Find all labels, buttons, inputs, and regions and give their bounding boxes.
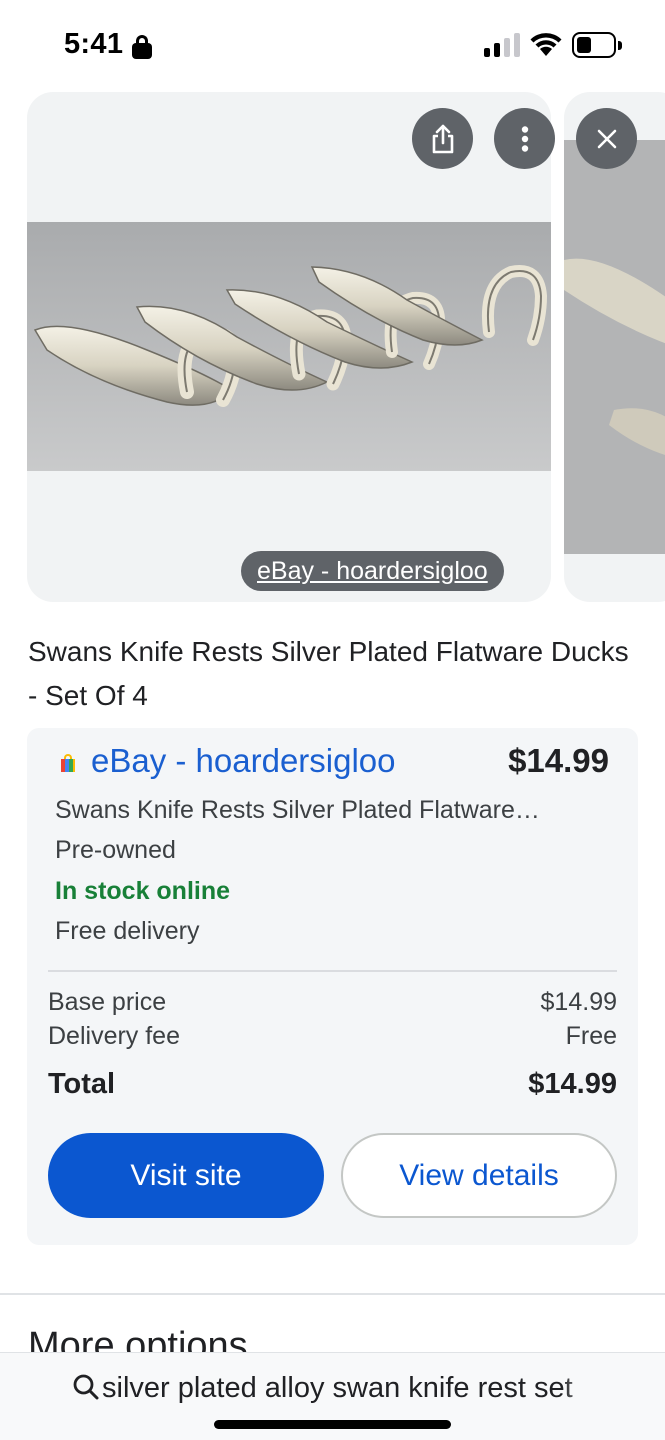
offer-card: eBay - hoardersigloo $14.99 Swans Knife … xyxy=(27,728,638,1245)
status-time: 5:41 xyxy=(64,28,124,60)
next-product-photo xyxy=(564,140,665,554)
delivery-fee-label: Delivery fee xyxy=(48,1022,180,1050)
next-image-card[interactable] xyxy=(564,92,665,602)
total-value: $14.99 xyxy=(528,1068,617,1100)
share-button[interactable] xyxy=(412,108,473,169)
base-price-value: $14.99 xyxy=(540,988,617,1016)
more-options-button[interactable] xyxy=(494,108,555,169)
product-image-card[interactable]: eBay - hoardersigloo xyxy=(27,92,551,602)
search-bar[interactable]: silver plated alloy swan knife rest set xyxy=(0,1352,665,1440)
visit-site-button[interactable]: Visit site xyxy=(48,1133,324,1218)
offer-price: $14.99 xyxy=(508,742,609,779)
close-icon xyxy=(597,129,616,148)
base-price-label: Base price xyxy=(48,988,167,1016)
close-button[interactable] xyxy=(576,108,637,169)
image-source-chip[interactable]: eBay - hoardersigloo xyxy=(241,551,504,591)
status-bar: 5:41 xyxy=(0,0,665,92)
share-icon xyxy=(432,124,453,153)
delivery-fee-value: Free xyxy=(565,1022,617,1050)
total-label: Total xyxy=(48,1068,116,1100)
offer-description: Swans Knife Rests Silver Plated Flatware… xyxy=(55,796,540,824)
search-icon xyxy=(73,1374,99,1400)
divider xyxy=(48,970,617,972)
more-options-heading: More options xyxy=(28,1325,248,1352)
battery-icon xyxy=(572,32,622,58)
seller-link[interactable]: eBay - hoardersigloo xyxy=(91,742,396,780)
search-query-field[interactable]: silver plated alloy swan knife rest set xyxy=(102,1368,602,1408)
view-details-button[interactable]: View details xyxy=(341,1133,617,1218)
more-vert-icon xyxy=(521,125,528,152)
stock-status: In stock online xyxy=(55,877,231,905)
offer-condition: Pre-owned xyxy=(55,836,176,864)
cellular-signal-icon xyxy=(484,33,520,57)
more-options-section: More options xyxy=(0,1295,665,1352)
lock-icon xyxy=(131,35,153,59)
shopping-bag-icon xyxy=(61,754,75,772)
home-indicator[interactable] xyxy=(214,1420,451,1429)
wifi-icon xyxy=(530,33,562,56)
product-photo xyxy=(27,222,551,471)
search-query-text: silver plated alloy swan knife rest set xyxy=(102,1372,573,1404)
delivery-info: Free delivery xyxy=(55,917,200,945)
product-title: Swans Knife Rests Silver Plated Flatware… xyxy=(28,636,629,711)
